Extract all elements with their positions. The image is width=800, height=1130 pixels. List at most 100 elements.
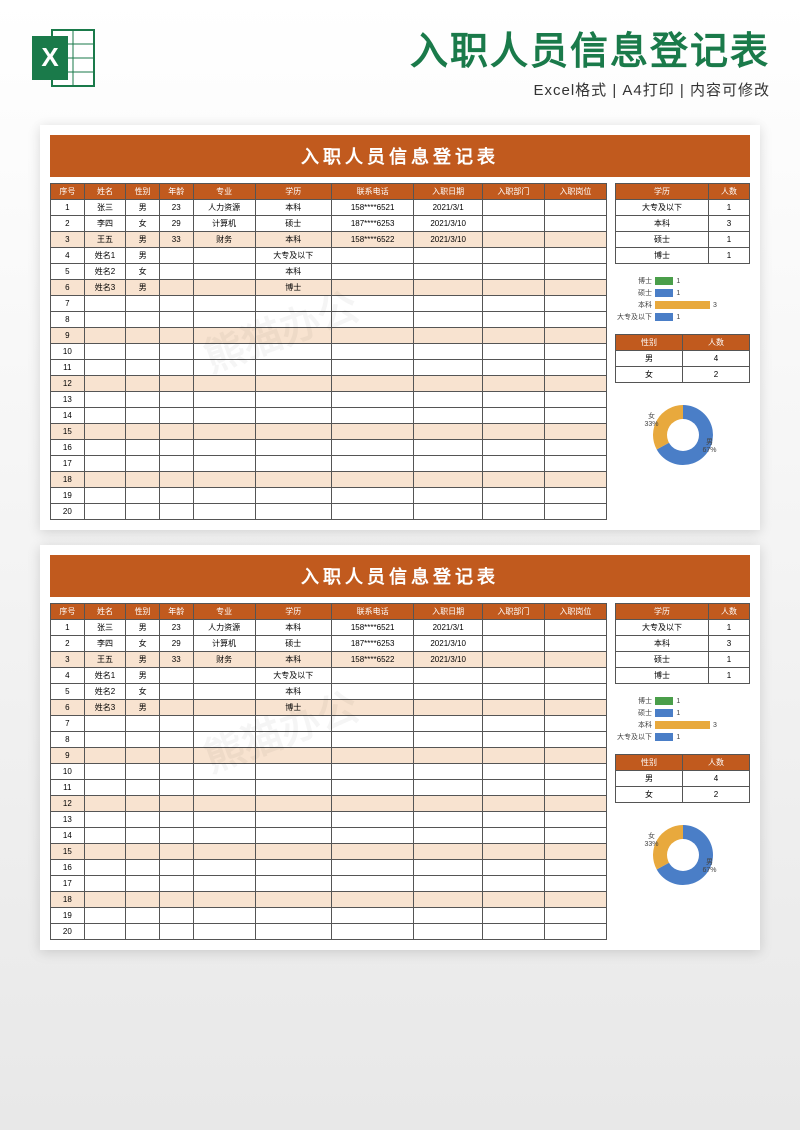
table-cell — [193, 892, 255, 908]
table-cell — [544, 844, 606, 860]
table-cell: 财务 — [193, 232, 255, 248]
table-cell — [331, 876, 414, 892]
table-cell — [255, 812, 331, 828]
table-cell: 女 — [616, 787, 683, 803]
table-header: 年龄 — [159, 184, 193, 200]
table-row: 11 — [51, 780, 607, 796]
table-cell — [331, 488, 414, 504]
table-cell — [193, 264, 255, 280]
bar-label: 硕士 — [617, 708, 652, 718]
table-cell — [193, 828, 255, 844]
table-row: 18 — [51, 892, 607, 908]
table-cell: 硕士 — [255, 216, 331, 232]
table-cell — [482, 732, 544, 748]
table-cell — [126, 748, 160, 764]
table-cell — [126, 812, 160, 828]
table-cell — [159, 376, 193, 392]
table-cell: 男 — [616, 351, 683, 367]
bar-fill — [655, 277, 673, 285]
table-cell — [84, 408, 126, 424]
table-cell: 8 — [51, 312, 85, 328]
table-row: 8 — [51, 732, 607, 748]
bar-fill — [655, 313, 673, 321]
table-cell — [482, 876, 544, 892]
table-row: 16 — [51, 440, 607, 456]
table-header: 性别 — [616, 755, 683, 771]
table-cell — [544, 296, 606, 312]
table-cell: 19 — [51, 908, 85, 924]
table-cell: 4 — [683, 351, 750, 367]
table-row: 11 — [51, 360, 607, 376]
table-cell — [482, 232, 544, 248]
table-row: 博士1 — [616, 668, 750, 684]
table-cell — [414, 668, 482, 684]
table-cell — [159, 328, 193, 344]
table-cell — [414, 732, 482, 748]
table-cell — [331, 716, 414, 732]
table-cell: 1 — [708, 232, 749, 248]
table-cell — [331, 312, 414, 328]
table-cell — [482, 456, 544, 472]
table-cell — [482, 328, 544, 344]
table-cell — [159, 716, 193, 732]
table-cell: 本科 — [255, 620, 331, 636]
table-cell — [331, 408, 414, 424]
table-row: 10 — [51, 344, 607, 360]
table-row: 2李四女29计算机硕士187****62532021/3/10 — [51, 216, 607, 232]
page-header: X 入职人员信息登记表 Excel格式 | A4打印 | 内容可修改 — [0, 0, 800, 110]
table-cell — [126, 780, 160, 796]
table-cell — [159, 504, 193, 520]
table-cell — [331, 360, 414, 376]
table-cell — [193, 812, 255, 828]
table-cell — [255, 488, 331, 504]
table-cell: 33 — [159, 652, 193, 668]
table-cell — [414, 424, 482, 440]
table-cell — [544, 376, 606, 392]
table-cell — [482, 504, 544, 520]
table-row: 7 — [51, 296, 607, 312]
table-cell: 大专及以下 — [616, 620, 709, 636]
table-cell — [255, 828, 331, 844]
table-cell — [482, 652, 544, 668]
table-cell: 8 — [51, 732, 85, 748]
table-cell — [331, 684, 414, 700]
table-cell — [126, 344, 160, 360]
table-cell — [414, 828, 482, 844]
table-cell — [544, 312, 606, 328]
table-cell: 本科 — [255, 232, 331, 248]
table-cell — [544, 908, 606, 924]
table-cell: 4 — [51, 668, 85, 684]
table-row: 女2 — [616, 367, 750, 383]
table-cell — [255, 732, 331, 748]
table-row: 女2 — [616, 787, 750, 803]
table-row: 本科3 — [616, 216, 750, 232]
table-cell: 女 — [616, 367, 683, 383]
table-cell — [193, 844, 255, 860]
table-cell — [84, 748, 126, 764]
table-cell — [159, 684, 193, 700]
table-row: 14 — [51, 408, 607, 424]
table-cell — [482, 796, 544, 812]
table-cell: 女 — [126, 684, 160, 700]
table-cell: 3 — [51, 232, 85, 248]
table-cell — [255, 376, 331, 392]
table-row: 13 — [51, 392, 607, 408]
gender-summary-table: 性别人数男4女2 — [615, 334, 750, 383]
table-cell: 男 — [126, 668, 160, 684]
table-cell: 3 — [708, 216, 749, 232]
table-cell: 女 — [126, 636, 160, 652]
bar-fill — [655, 301, 710, 309]
bar-label: 大专及以下 — [617, 312, 652, 322]
table-cell — [331, 456, 414, 472]
table-cell — [331, 860, 414, 876]
table-cell: 6 — [51, 700, 85, 716]
table-cell — [126, 844, 160, 860]
table-cell — [331, 700, 414, 716]
table-cell: 男 — [126, 700, 160, 716]
table-cell — [331, 328, 414, 344]
bar-value: 1 — [676, 278, 680, 285]
bar-fill — [655, 733, 673, 741]
table-cell — [84, 440, 126, 456]
table-cell — [255, 472, 331, 488]
employee-table: 序号姓名性别年龄专业学历联系电话入职日期入职部门入职岗位1张三男23人力资源本科… — [50, 183, 607, 520]
